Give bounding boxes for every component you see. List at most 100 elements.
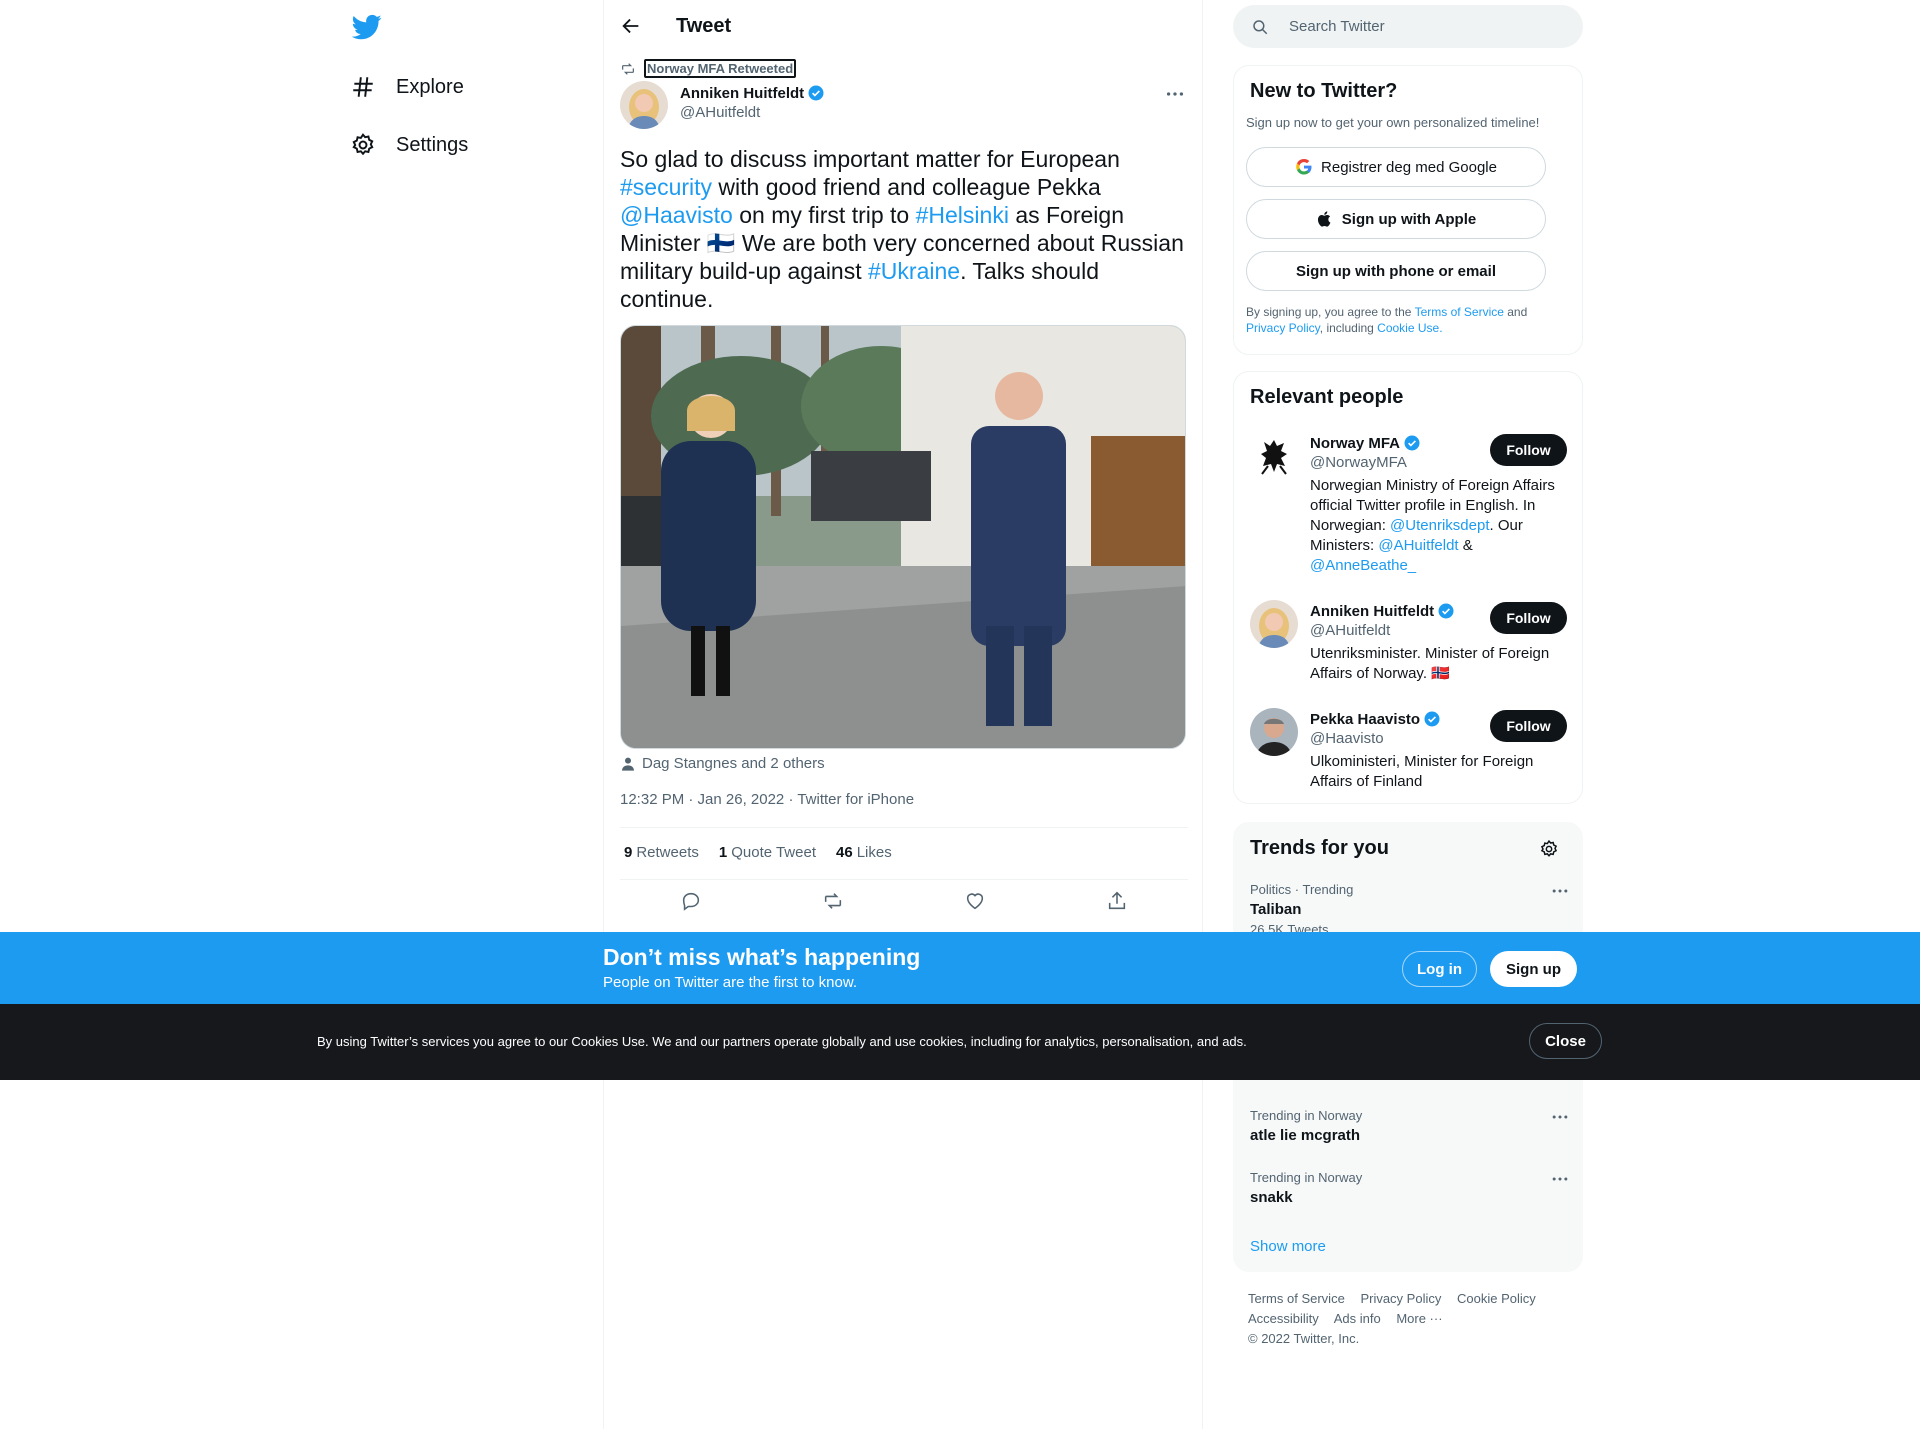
page-title: Tweet — [676, 15, 732, 37]
mention-link-ahuitfeldt[interactable]: @AHuitfeldt — [1378, 537, 1458, 554]
quote-tweets-label: Quote Tweet — [731, 844, 816, 861]
apple-signup-label: Sign up with Apple — [1341, 210, 1477, 228]
google-signup-label: Registrer deg med Google — [1321, 158, 1497, 176]
person-bio: Utenriksminister. Minister of Foreign Af… — [1310, 645, 1550, 682]
retweet-context: Norway MFA Retweeted — [620, 59, 797, 78]
person-handle[interactable]: @NorwayMFA — [1310, 454, 1407, 471]
legal-text-part: , including — [1319, 321, 1378, 335]
likes-count: 46 — [836, 844, 853, 861]
more-options-icon[interactable] — [1550, 1108, 1570, 1126]
retweeted-by-link[interactable]: Norway MFA Retweeted — [644, 59, 797, 78]
author-handle[interactable]: @AHuitfeldt — [680, 104, 760, 121]
phone-email-signup-button[interactable]: Sign up with phone or email — [1246, 251, 1546, 291]
footer-link-privacy[interactable]: Privacy Policy — [1360, 1291, 1441, 1306]
relevant-people-title: Relevant people — [1250, 386, 1404, 408]
quote-tweets-stat[interactable]: 1 Quote Tweet — [719, 844, 816, 861]
like-button[interactable] — [964, 890, 988, 914]
person-name[interactable]: Pekka Haavisto — [1310, 710, 1441, 728]
tagged-people-label: Dag Stangnes and 2 others — [642, 755, 825, 772]
footer-links: Terms of Service Privacy Policy Cookie P… — [1248, 1289, 1578, 1349]
nav-explore[interactable]: Explore — [350, 62, 464, 112]
trends-title: Trends for you — [1250, 837, 1389, 859]
trend-item[interactable]: Trending in Norway atle lie mcgrath — [1250, 1108, 1570, 1144]
trend-name: snakk — [1250, 1189, 1293, 1206]
person-handle[interactable]: @Haavisto — [1310, 730, 1384, 747]
person-handle[interactable]: @AHuitfeldt — [1310, 622, 1390, 639]
cookie-use-link[interactable]: Cookie Use. — [1377, 321, 1442, 335]
reply-button[interactable] — [680, 890, 704, 914]
hashtag-link-helsinki[interactable]: #Helsinki — [916, 202, 1009, 228]
terms-of-service-link[interactable]: Terms of Service — [1415, 305, 1504, 319]
privacy-policy-link[interactable]: Privacy Policy — [1246, 321, 1320, 335]
footer-link-cookie[interactable]: Cookie Policy — [1457, 1291, 1536, 1306]
new-to-twitter-title: New to Twitter? — [1250, 80, 1398, 102]
signup-legal-text: By signing up, you agree to the Terms of… — [1246, 304, 1566, 336]
trend-item[interactable]: Trending in Norway snakk — [1250, 1170, 1570, 1206]
retweet-icon — [824, 893, 842, 909]
tweet-text-part: So glad to discuss important matter for … — [620, 146, 1120, 172]
tweet-timestamp[interactable]: 12:32 PM · Jan 26, 2022 · Twitter for iP… — [620, 791, 914, 808]
phone-email-signup-label: Sign up with phone or email — [1295, 262, 1496, 280]
trend-item[interactable]: Politics · Trending Taliban 26.5K Tweets — [1250, 882, 1570, 937]
show-more-link[interactable]: Show more — [1250, 1238, 1326, 1255]
tweet-actions — [620, 890, 1188, 916]
search-input[interactable] — [1289, 5, 1569, 48]
retweet-button[interactable] — [822, 890, 846, 914]
retweet-icon — [622, 62, 634, 75]
trend-meta: Politics · Trending — [1250, 882, 1354, 897]
verified-badge-icon — [1438, 603, 1454, 619]
person-name[interactable]: Norway MFA — [1310, 434, 1421, 452]
share-button[interactable] — [1106, 890, 1130, 914]
footer-link-accessibility[interactable]: Accessibility — [1248, 1311, 1319, 1326]
hashtag-link-ukraine[interactable]: #Ukraine — [868, 258, 960, 284]
retweets-count: 9 — [624, 844, 633, 861]
trend-meta: Trending in Norway — [1250, 1108, 1363, 1123]
person-icon — [622, 757, 634, 771]
banner-title: Don’t miss what’s happening — [603, 944, 921, 970]
footer-link-terms[interactable]: Terms of Service — [1248, 1291, 1345, 1306]
signup-button[interactable]: Sign up — [1490, 951, 1577, 987]
trend-meta: Trending in Norway — [1250, 1170, 1363, 1185]
bio-text-part: & — [1458, 537, 1473, 554]
apple-signup-button[interactable]: Sign up with Apple — [1246, 199, 1546, 239]
more-options-icon[interactable] — [1550, 882, 1570, 900]
cookie-banner: By using Twitter’s services you agree to… — [0, 1004, 1920, 1080]
quote-tweets-count: 1 — [718, 844, 728, 861]
legal-text-part: By signing up, you agree to the — [1246, 305, 1415, 319]
more-options-icon[interactable] — [1550, 1170, 1570, 1188]
nav-explore-label: Explore — [396, 75, 464, 98]
mention-link-annebeathe[interactable]: @AnneBeathe_ — [1310, 557, 1416, 574]
search-box[interactable] — [1233, 5, 1583, 48]
copyright: © 2022 Twitter, Inc. — [1248, 1331, 1360, 1346]
more-options-icon[interactable] — [1164, 84, 1186, 104]
retweets-stat[interactable]: 9 Retweets — [624, 844, 699, 861]
author-avatar[interactable] — [620, 81, 668, 129]
footer-link-more[interactable]: More ··· — [1396, 1311, 1442, 1326]
login-button[interactable]: Log in — [1402, 951, 1477, 987]
back-arrow-icon[interactable] — [620, 15, 642, 37]
gear-icon — [352, 133, 374, 156]
tagged-people[interactable]: Dag Stangnes and 2 others — [620, 755, 825, 772]
mention-link-haavisto[interactable]: @Haavisto — [620, 202, 733, 228]
follow-button[interactable]: Follow — [1490, 434, 1567, 466]
retweets-label: Retweets — [636, 844, 699, 861]
close-button[interactable]: Close — [1529, 1023, 1602, 1059]
author-name[interactable]: Anniken Huitfeldt — [680, 84, 825, 102]
gear-icon[interactable] — [1539, 839, 1559, 859]
google-signup-button[interactable]: Registrer deg med Google — [1246, 147, 1546, 187]
person-name-text: Norway MFA — [1310, 434, 1401, 452]
footer-link-ads-info[interactable]: Ads info — [1334, 1311, 1381, 1326]
avatar[interactable] — [1250, 600, 1298, 648]
person-name[interactable]: Anniken Huitfeldt — [1310, 602, 1455, 620]
likes-stat[interactable]: 46 Likes — [836, 844, 892, 861]
hashtag-link-security[interactable]: #security — [620, 174, 712, 200]
nav-settings[interactable]: Settings — [350, 120, 468, 170]
twitter-logo-icon[interactable] — [352, 12, 382, 42]
follow-button[interactable]: Follow — [1490, 602, 1567, 634]
avatar[interactable] — [1250, 708, 1298, 756]
follow-button[interactable]: Follow — [1490, 710, 1567, 742]
mention-link-utenriksdept[interactable]: @Utenriksdept — [1390, 517, 1489, 534]
person-bio: Norwegian Ministry of Foreign Affairs of… — [1310, 476, 1566, 576]
avatar[interactable] — [1250, 432, 1298, 480]
tweet-photo[interactable] — [620, 325, 1186, 749]
